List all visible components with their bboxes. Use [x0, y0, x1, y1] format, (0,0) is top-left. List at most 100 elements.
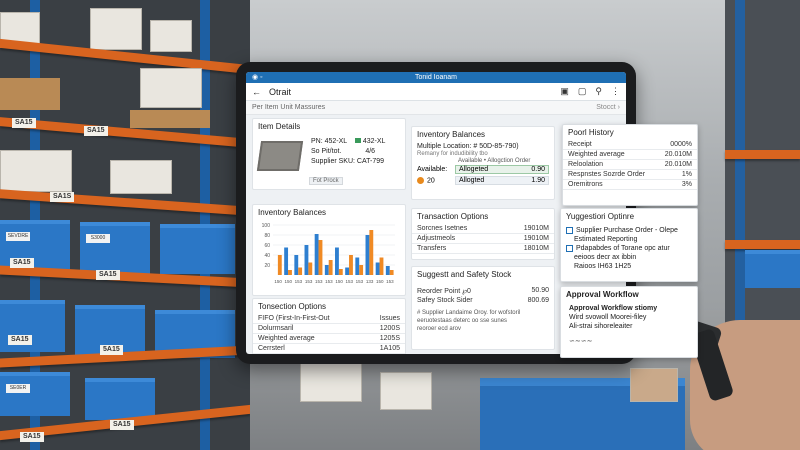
allocated-field-2[interactable]: Allogted 1.90 [455, 176, 549, 185]
safety-row-value: 800.69 [527, 297, 549, 304]
bin-label: SEVDRE [6, 232, 30, 241]
image-icon[interactable]: ▢ [578, 86, 587, 97]
method-row[interactable]: Dolurmsaril 1200S [253, 324, 405, 334]
approval-title: Approval Workflow [566, 290, 639, 299]
pallet [0, 78, 60, 110]
app-bar: ← Otrait ▣ ▢ ⚲ ⋮ [246, 83, 626, 101]
search-icon[interactable]: ⚲ [595, 86, 602, 97]
chart-bar [328, 260, 333, 275]
transaction-row[interactable]: Transfers 18010M [412, 244, 554, 254]
count-value: 20 [427, 177, 435, 185]
safety-row[interactable]: Reorder Point ℘0 50.90 [412, 286, 554, 296]
left-shelving-rack: SA15 SA15 SA1S SEVDRE S3000 SA15 SA15 SA… [0, 0, 250, 450]
transaction-row-value: 19010M [523, 235, 549, 242]
safety-row-label: Reorder Point ℘0 [417, 288, 471, 295]
chart-bar [318, 240, 323, 275]
history-row[interactable]: Respnstes Sozrde Order 1% [563, 170, 697, 180]
allocated-label-2: Allogted [459, 177, 485, 184]
shelf-box [90, 8, 142, 50]
chart-bar [355, 257, 360, 275]
x-tick-label: 153 [325, 279, 333, 284]
camera-icon[interactable]: ▣ [560, 86, 569, 97]
period-history-panel: Poorl History Receipt 0000% Weighted avera… [562, 124, 698, 206]
history-row[interactable]: Weighted average 20.010M [563, 150, 697, 160]
period-history-title: Poorl History [568, 128, 614, 137]
checkbox-icon[interactable] [566, 226, 573, 234]
shelf-tag: SA15 [110, 420, 134, 430]
chart-bar [284, 247, 289, 275]
storage-bin [160, 224, 235, 274]
item-action-button[interactable]: Fot Prock [309, 177, 343, 185]
chart-bar [308, 262, 313, 275]
unit-measures-label: Per Item Unit Massures [252, 104, 326, 111]
availability-header: Available • Allogction Order [458, 158, 531, 164]
suggestions-panel: Yuggestiori Optinre Supplier Purchase Or… [560, 208, 698, 282]
y-tick-label: 20 [264, 263, 270, 269]
history-row-label: Respnstes Sozrde Order [568, 171, 646, 178]
storage-bin [745, 250, 800, 288]
signature-mark: ∽∼∽∼ [569, 337, 593, 345]
transaction-options-title: Transaction Options [417, 212, 489, 221]
method-row-value: Issues [379, 315, 400, 322]
history-row-label: Receipt [568, 141, 592, 148]
x-tick-label: 150 [274, 279, 282, 284]
shelf-box [150, 20, 192, 52]
shelf-tag: SA15 [8, 335, 32, 345]
storage-bin: SE0ER [0, 372, 70, 416]
inventory-bar-chart: 10080604020150 150 153 153 153 153 150 153 153 13… [262, 223, 395, 284]
chart-bar [379, 257, 384, 275]
stock-link[interactable]: Stocct › [596, 104, 620, 111]
part-number-alt: 432-XL [362, 138, 386, 145]
method-row-value: 1A105 [379, 345, 400, 352]
chart-bar [359, 265, 364, 275]
suggestion-line-1: Supplier Purchase Order - Olepe [576, 227, 678, 234]
unit-measures-bar[interactable]: Per Item Unit Massures Stocct › [246, 101, 626, 115]
method-row[interactable]: FIFO (First-In-First-Out Issues [253, 314, 405, 324]
y-tick-label: 40 [264, 253, 270, 259]
checkbox-icon[interactable] [566, 244, 573, 252]
method-row[interactable]: Weighted average 1205S [253, 334, 405, 344]
transaction-row-label: Adjustmeols [417, 235, 456, 242]
suggestions-title: Yuggestiori Optinre [566, 212, 635, 221]
supplier-note-2: eeruotestaas deterc oo sse sunes [417, 318, 508, 324]
safety-row[interactable]: Safey Stock Sider 800.69 [412, 296, 554, 305]
back-arrow-icon[interactable]: ← [252, 87, 261, 97]
product-tray-image [256, 141, 304, 171]
so-value: 4/6 [365, 148, 376, 155]
shelf-box [110, 160, 172, 194]
green-flag-icon [354, 138, 361, 143]
method-row[interactable]: Cerrsterl 1A105 [253, 344, 405, 354]
x-tick-label: 153 [305, 279, 313, 284]
history-row-value: 20.010M [664, 161, 692, 168]
chart-bar [294, 255, 299, 275]
history-row-value: 1% [681, 171, 692, 178]
history-row-label: Reloolation [568, 161, 604, 168]
history-row[interactable]: Receipt 0000% [563, 140, 697, 150]
transaction-row[interactable]: Sorcnes Isetnes 19010M [412, 224, 554, 234]
x-tick-label: 150 [284, 279, 292, 284]
transaction-row[interactable]: Adjustmeols 19010M [412, 234, 554, 244]
shelf-tag: SA15 [20, 432, 44, 442]
history-row[interactable]: Reloolation 20.010M [563, 160, 697, 170]
method-row-label: FIFO (First-In-First-Out [258, 315, 330, 322]
transaction-row-value: 18010M [523, 245, 549, 252]
status-dot-icon [417, 176, 424, 184]
inventory-balances-title: Inventory Balances [417, 130, 486, 139]
allocated-field[interactable]: Allogeted 0.90 [455, 165, 549, 174]
allocated-value-2: 1.90 [531, 177, 545, 184]
chart-bar [365, 235, 370, 275]
transaction-methods-card: Tonsection Options FIFO (First-In-First-… [252, 298, 406, 354]
chart-bar [345, 267, 350, 275]
method-row-value: 1205S [379, 335, 400, 342]
history-row[interactable]: Oremitrons 3% [563, 180, 697, 190]
shelf-tag: SA15 [12, 118, 36, 128]
chart-bar [369, 230, 374, 275]
storage-bin [85, 378, 155, 420]
available-label: Available: [417, 166, 448, 173]
more-icon[interactable]: ⋮ [611, 86, 620, 97]
item-details-card: Item Details PN: 452-XL 432-XL So Pit/to… [252, 118, 406, 190]
history-row-value: 0000% [670, 141, 692, 148]
storage-bin: S3000 [80, 222, 150, 274]
history-row-label: Weighted average [568, 151, 625, 158]
history-row-value: 20.010M [664, 151, 692, 158]
